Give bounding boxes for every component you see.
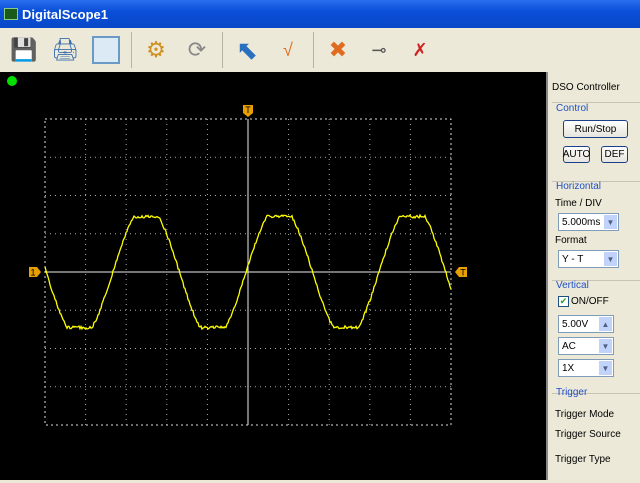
- trigger-position-marker: T: [243, 105, 253, 117]
- checkbox-check-icon[interactable]: ✔: [558, 296, 569, 307]
- toolbar-separator: [313, 32, 314, 68]
- usb-icon[interactable]: ⊸: [361, 32, 397, 68]
- toolbar-separator: [131, 32, 132, 68]
- save-icon[interactable]: 💾: [6, 32, 42, 68]
- trigger-group-label: Trigger: [556, 387, 587, 398]
- title-bar: DigitalScope1: [0, 0, 640, 28]
- chevron-down-icon[interactable]: ▼: [599, 339, 612, 353]
- volts-div-value: 5.00V: [562, 319, 588, 330]
- coupling-value: AC: [562, 341, 576, 352]
- format-value: Y - T: [562, 254, 583, 265]
- trigger-level-marker: T: [455, 267, 467, 278]
- dso-controller-panel: DSO Controller Control Run/Stop AUTO DEF…: [546, 72, 640, 480]
- math-icon[interactable]: √: [270, 32, 306, 68]
- coupling-select[interactable]: AC ▼: [558, 337, 614, 355]
- chevron-down-icon[interactable]: ▼: [599, 361, 612, 375]
- panel-title: DSO Controller: [552, 82, 620, 93]
- onoff-label: ON/OFF: [571, 296, 609, 307]
- scope-display[interactable]: 1 T T: [0, 72, 546, 480]
- chevron-down-icon[interactable]: ▼: [604, 252, 617, 266]
- control-group-label: Control: [556, 103, 588, 114]
- svg-text:T: T: [460, 268, 466, 278]
- print-icon[interactable]: 🖨: [47, 32, 83, 68]
- auto-button[interactable]: AUTO: [563, 146, 590, 163]
- time-div-label: Time / DIV: [555, 198, 602, 209]
- trigger-source-label: Trigger Source: [555, 429, 621, 440]
- trigger-type-label: Trigger Type: [555, 454, 611, 465]
- app-icon: [4, 8, 18, 20]
- run-stop-button[interactable]: Run/Stop: [563, 120, 628, 138]
- window-title: DigitalScope1: [22, 7, 108, 22]
- settings-icon[interactable]: ⚙: [138, 32, 174, 68]
- channel1-marker: 1: [29, 267, 41, 278]
- spinner-arrows-icon[interactable]: ▲: [599, 317, 612, 331]
- tools-icon[interactable]: ✖: [320, 32, 356, 68]
- refresh-icon[interactable]: ⟳: [179, 32, 215, 68]
- chevron-down-icon[interactable]: ▼: [604, 215, 617, 229]
- format-select[interactable]: Y - T ▼: [558, 250, 619, 268]
- horizontal-group-label: Horizontal: [556, 181, 601, 192]
- cursor-icon[interactable]: ⬉: [229, 32, 265, 68]
- scope-graticule: 1 T T: [0, 72, 546, 480]
- usb-disconnect-icon[interactable]: ✗: [402, 32, 438, 68]
- time-div-select[interactable]: 5.000ms ▼: [558, 213, 619, 231]
- probe-select[interactable]: 1X ▼: [558, 359, 614, 377]
- vertical-group-label: Vertical: [556, 280, 589, 291]
- layout-icon[interactable]: [88, 32, 124, 68]
- svg-text:1: 1: [30, 268, 35, 278]
- volts-div-spinner[interactable]: 5.00V ▲: [558, 315, 614, 333]
- time-div-value: 5.000ms: [562, 217, 600, 228]
- svg-text:T: T: [245, 105, 251, 115]
- onoff-checkbox[interactable]: ✔ ON/OFF: [558, 296, 609, 307]
- toolbar-separator: [222, 32, 223, 68]
- trigger-mode-label: Trigger Mode: [555, 409, 614, 420]
- format-label: Format: [555, 235, 587, 246]
- probe-value: 1X: [562, 363, 574, 374]
- status-indicator: [7, 76, 17, 86]
- toolbar: 💾 🖨 ⚙ ⟳ ⬉ √ ✖ ⊸ ✗: [0, 28, 640, 72]
- def-button[interactable]: DEF: [601, 146, 628, 163]
